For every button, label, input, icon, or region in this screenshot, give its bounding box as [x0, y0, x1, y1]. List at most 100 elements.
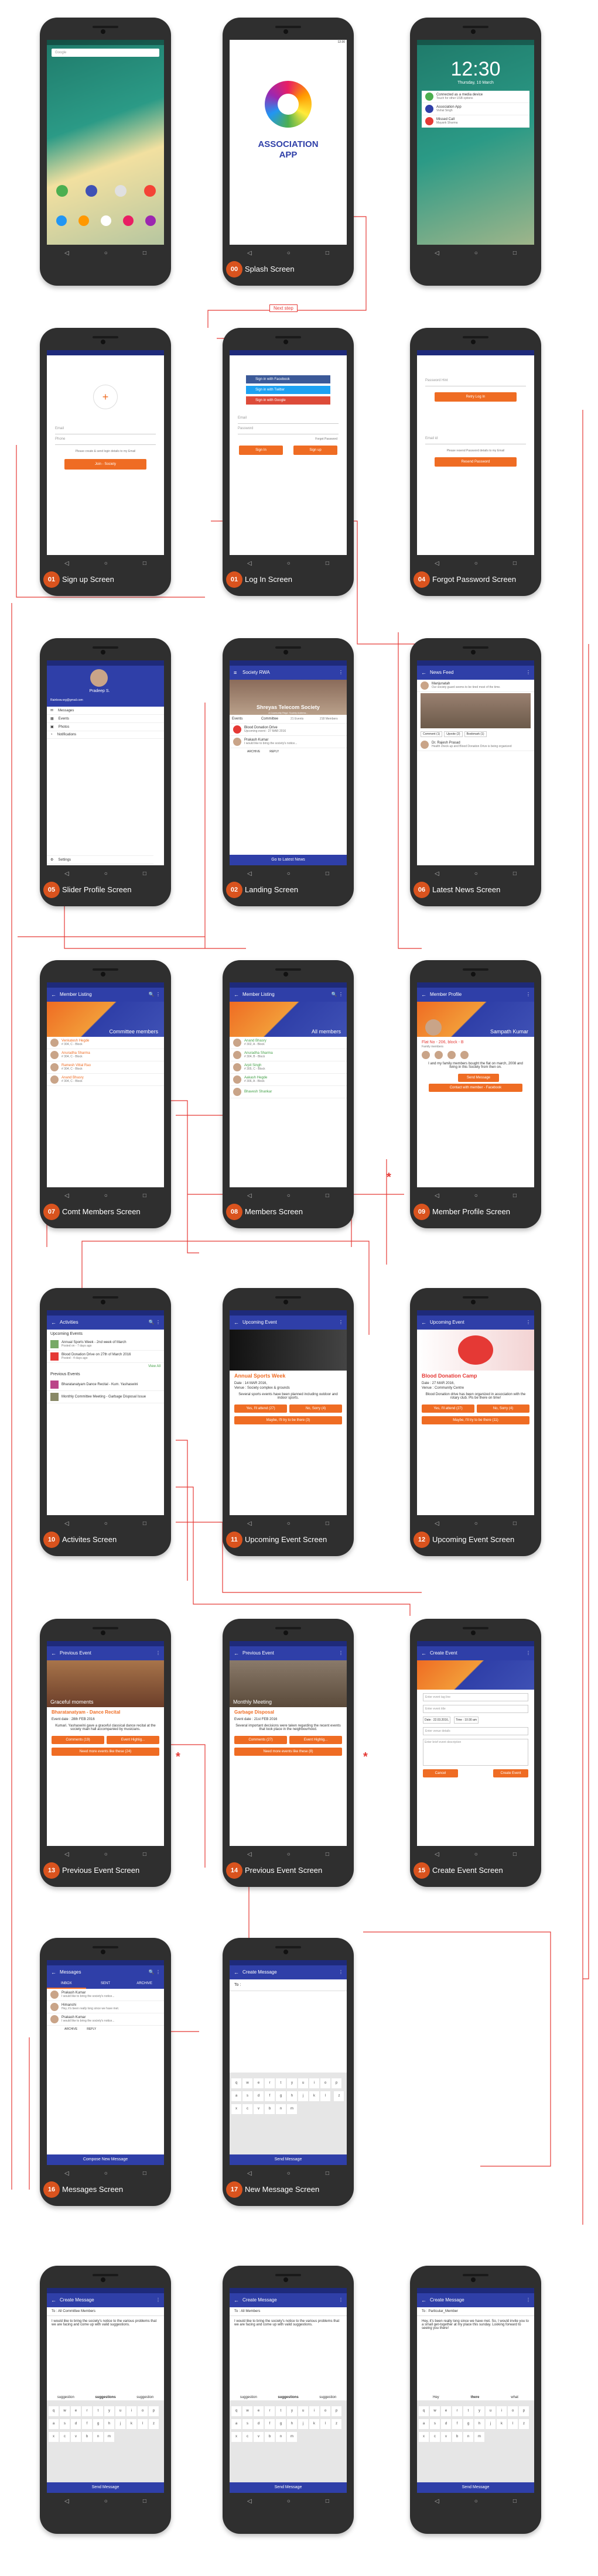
password-hint-field[interactable]: Password Hint: [425, 379, 526, 386]
archive-button[interactable]: ARCHIVE: [64, 2027, 77, 2031]
message-item[interactable]: Prakash Kumar I would like to bring the s…: [47, 1989, 164, 2001]
message-item[interactable]: Himanshi Hey, it's been really long since…: [47, 2001, 164, 2013]
resend-password-button[interactable]: Resend Password: [435, 457, 517, 467]
add-photo-icon[interactable]: +: [93, 385, 118, 409]
tab-archive[interactable]: ARCHIVE: [125, 1979, 164, 1989]
bookmark-button[interactable]: Bookmark (1): [464, 731, 487, 737]
google-search-bar[interactable]: Google: [52, 49, 159, 57]
member-row[interactable]: Anuradha Sharma # 304, B - Block: [230, 1049, 347, 1061]
message-card[interactable]: Prakash Kumar I would like to bring the s…: [230, 736, 347, 748]
member-row[interactable]: Bhavesh Shankar: [230, 1086, 347, 1098]
message-body[interactable]: I would like to bring the society's noti…: [230, 2316, 347, 2330]
join-society-button[interactable]: Join - Society: [64, 459, 146, 470]
comments-button[interactable]: Comments (27): [234, 1736, 287, 1744]
message-item[interactable]: Prakash Kumar I would like to bring the s…: [47, 2013, 164, 2026]
notification-app[interactable]: Association App Vishal Singh: [422, 103, 529, 115]
member-row[interactable]: Anand Bhasry # 304, C - Block: [47, 1074, 164, 1086]
keyboard[interactable]: qwertyuiop asdfghjkl zx c v b n m: [230, 2073, 347, 2154]
drawer-item-photos[interactable]: ▣ Photos: [47, 723, 164, 731]
to-field[interactable]: To :: [230, 1979, 347, 1991]
retry-login-button[interactable]: Retry Log In: [435, 392, 517, 402]
compose-button[interactable]: Compose New Message: [47, 2154, 164, 2165]
twitter-signin-button[interactable]: Sign in with Twitter: [246, 386, 330, 394]
comments-button[interactable]: Comments (19): [52, 1736, 104, 1744]
to-field[interactable]: To : All Members: [230, 2307, 347, 2316]
facebook-signin-button[interactable]: Sign in with Facebook: [246, 375, 330, 383]
drawer-item-messages[interactable]: ✉ Messages: [47, 707, 164, 715]
highlights-button[interactable]: Event Highlig...: [107, 1736, 159, 1744]
cancel-button[interactable]: Cancel: [423, 1769, 458, 1777]
event-row[interactable]: Blood Donation Drive on 27th of March 20…: [47, 1351, 164, 1363]
decline-button[interactable]: No, Sorry (4): [289, 1405, 342, 1413]
tab-committee[interactable]: Committee: [259, 715, 288, 723]
attend-button[interactable]: Yes, I'll attend (27): [422, 1405, 474, 1413]
latest-news-button[interactable]: Go to Latest News: [230, 855, 347, 865]
forgot-password-link[interactable]: Forgot Password: [239, 437, 337, 441]
tab-events[interactable]: Events: [230, 715, 259, 723]
login-email-field[interactable]: Email: [238, 416, 339, 424]
tab-inbox[interactable]: INBOX: [47, 1979, 86, 1989]
message-body[interactable]: Hey, it's been really long since we have…: [417, 2316, 534, 2334]
to-field[interactable]: To : All Committee Members: [47, 2307, 164, 2316]
send-message-button[interactable]: Send Message: [47, 2482, 164, 2493]
signup-button[interactable]: Sign up: [293, 446, 337, 455]
more-events-button[interactable]: Need more events like these (8): [234, 1748, 342, 1756]
drawer-item-notifications[interactable]: ◔ Notifications: [47, 731, 164, 739]
member-row[interactable]: Ramesh Vittal Rao # 304, C - Block: [47, 1061, 164, 1074]
maybe-button[interactable]: Maybe, I'll try to be there (3): [234, 1416, 342, 1424]
reply-button[interactable]: REPLY: [269, 750, 279, 753]
notification-usb[interactable]: Connected as a media device Touch for oth…: [422, 91, 529, 103]
event-row[interactable]: Bharatanatyam Dance Recital - Kum. Yasha…: [47, 1379, 164, 1391]
send-message-button[interactable]: Send Message: [230, 2154, 347, 2165]
login-password-field[interactable]: Password: [238, 427, 339, 434]
signin-button[interactable]: Sign In: [239, 446, 283, 455]
event-row[interactable]: Monthly Committee Meeting - Garbage Disp…: [47, 1391, 164, 1403]
member-row[interactable]: Arpit Singh # 305, C - Block: [230, 1061, 347, 1074]
drawer-item-events[interactable]: ▦ Events: [47, 715, 164, 723]
email-id-field[interactable]: Email id: [425, 437, 526, 444]
member-row[interactable]: Venkatesh Hegde # 304, C - Block: [47, 1037, 164, 1049]
notification-missed-call[interactable]: Missed Call Mayank Sharma: [422, 115, 529, 128]
member-row[interactable]: Anand Bhasry # 302, A - Block: [230, 1037, 347, 1049]
news-item[interactable]: Manjunatah Our society guard seems to be …: [417, 680, 534, 692]
message-body[interactable]: I would like to bring the society's noti…: [47, 2316, 164, 2330]
menu-icon[interactable]: ≡: [234, 666, 237, 680]
venue-field[interactable]: Enter venue details: [423, 1727, 528, 1735]
phone-field[interactable]: Phone: [55, 437, 156, 445]
member-row[interactable]: Anuradha Sharma # 304, C - Block: [47, 1049, 164, 1061]
create-event-button[interactable]: Create Event: [493, 1769, 528, 1777]
facebook-contact-button[interactable]: Contact with member - Facebook: [429, 1084, 522, 1092]
event-time-field[interactable]: Time : 10:30 am: [454, 1717, 479, 1724]
keyboard[interactable]: q w e r t y u i o pa s d f g h j k l zx c v b n m: [47, 2400, 164, 2482]
news-item[interactable]: Dr. Rajesh Prasad Health check-up and Blo…: [417, 739, 534, 751]
event-card[interactable]: Blood Donation Drive Upcoming event - 27 …: [230, 724, 347, 736]
tab-sent[interactable]: SENT: [86, 1979, 125, 1989]
view-all-link[interactable]: View All: [47, 1363, 164, 1370]
drawer-item-settings[interactable]: ⚙ Settings: [47, 855, 153, 864]
recents-icon[interactable]: □: [143, 250, 146, 256]
event-row[interactable]: Annual Sports Week - 2nd week of March Po…: [47, 1338, 164, 1351]
highlights-button[interactable]: Event Highlig...: [289, 1736, 342, 1744]
send-message-button[interactable]: Send Message: [417, 2482, 534, 2493]
google-signin-button[interactable]: Sign in with Google: [246, 396, 330, 405]
member-row[interactable]: Aakash Hegde # 306, A - Block: [230, 1074, 347, 1086]
event-title-field[interactable]: Enter event title: [423, 1705, 528, 1713]
comment-button[interactable]: Comment (1): [421, 731, 443, 737]
upvote-button[interactable]: Upvote (2): [444, 731, 463, 737]
attend-button[interactable]: Yes, I'll attend (27): [234, 1405, 287, 1413]
to-field[interactable]: To : Particular_Member: [417, 2307, 534, 2316]
send-message-button[interactable]: Send Message: [458, 1074, 499, 1082]
event-date-field[interactable]: Date : 22.03.2016,: [423, 1717, 451, 1724]
back-icon[interactable]: ◁: [64, 250, 69, 256]
event-tagline-field[interactable]: Enter event tag line: [423, 1693, 528, 1701]
archive-button[interactable]: ARCHIVE: [247, 750, 260, 753]
more-events-button[interactable]: Need more events like these (24): [52, 1748, 159, 1756]
keyboard[interactable]: q w e r t y u i o pa s d f g h j k l zx c v b n m: [230, 2400, 347, 2482]
description-field[interactable]: Enter brief event description: [423, 1739, 528, 1766]
send-message-button[interactable]: Send Message: [230, 2482, 347, 2493]
keyboard[interactable]: q w e r t y u i o pa s d f g h j k l zx c v b n m: [417, 2400, 534, 2482]
reply-button[interactable]: REPLY: [87, 2027, 96, 2031]
maybe-button[interactable]: Maybe, I'll try to be there (11): [422, 1416, 529, 1424]
email-field[interactable]: Email: [55, 427, 156, 434]
decline-button[interactable]: No, Sorry (4): [477, 1405, 529, 1413]
